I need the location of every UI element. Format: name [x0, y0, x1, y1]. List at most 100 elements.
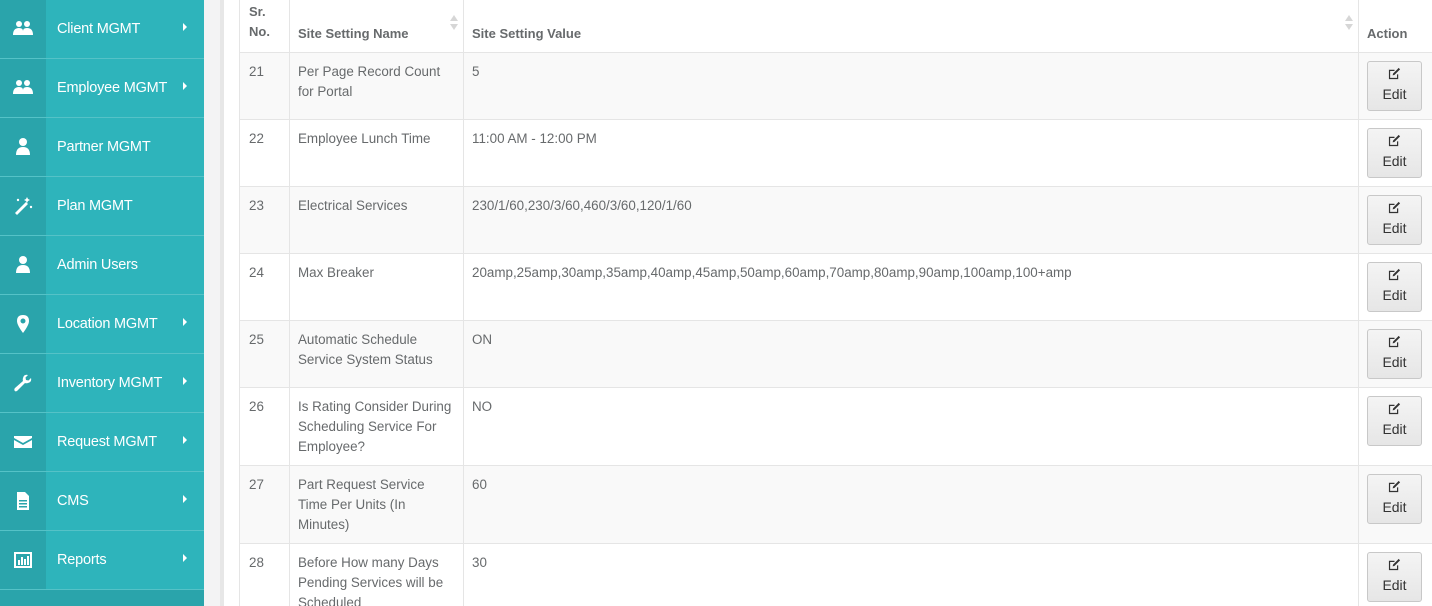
setting-name-cell: Before How many Days Pending Services wi…	[289, 543, 464, 606]
edit-button[interactable]: Edit	[1367, 127, 1422, 178]
sidebar-item-label: Employee MGMT	[57, 80, 168, 96]
sidebar-item-request-mgmt[interactable]: Request MGMT	[0, 413, 204, 472]
edit-button-label: Edit	[1382, 287, 1407, 303]
setting-value-cell: 5	[463, 52, 1359, 120]
edit-icon	[1388, 201, 1401, 214]
setting-name-cell: Per Page Record Count for Portal	[289, 52, 464, 120]
map-marker-icon	[0, 295, 46, 353]
setting-value-cell: ON	[463, 320, 1359, 388]
action-cell: Edit	[1358, 253, 1432, 321]
wrench-icon	[0, 354, 46, 412]
sidebar-item-employee-mgmt[interactable]: Employee MGMT	[0, 59, 204, 118]
table-row: 23 Electrical Services 230/1/60,230/3/60…	[239, 186, 1432, 254]
edit-icon	[1388, 480, 1401, 493]
setting-name-cell: Electrical Services	[289, 186, 464, 254]
sidebar-item-label: Admin Users	[57, 257, 138, 273]
edit-button-label: Edit	[1382, 421, 1407, 437]
edit-button[interactable]: Edit	[1367, 473, 1422, 524]
sr-no-cell: 24	[239, 253, 290, 321]
action-cell: Edit	[1358, 119, 1432, 187]
magic-wand-icon	[0, 177, 46, 235]
chevron-right-icon	[183, 436, 187, 444]
scroll-track[interactable]	[220, 0, 224, 606]
sidebar-item-client-mgmt[interactable]: Client MGMT	[0, 0, 204, 59]
setting-name-cell: Employee Lunch Time	[289, 119, 464, 187]
column-header-action: Action	[1358, 0, 1432, 53]
setting-value-cell: 11:00 AM - 12:00 PM	[463, 119, 1359, 187]
action-cell: Edit	[1358, 465, 1432, 544]
setting-name-cell: Automatic Schedule Service System Status	[289, 320, 464, 388]
sidebar-item-admin-users[interactable]: Admin Users	[0, 236, 204, 295]
setting-value-cell: NO	[463, 387, 1359, 466]
setting-value-cell: 230/1/60,230/3/60,460/3/60,120/1/60	[463, 186, 1359, 254]
sidebar-item-label: Reports	[57, 552, 107, 568]
edit-button-label: Edit	[1382, 499, 1407, 515]
edit-button-label: Edit	[1382, 354, 1407, 370]
users-icon	[0, 59, 46, 117]
edit-icon	[1388, 67, 1401, 80]
sort-icon[interactable]	[1345, 15, 1353, 31]
sidebar-item-inventory-mgmt[interactable]: Inventory MGMT	[0, 354, 204, 413]
sidebar-item-partner-mgmt[interactable]: Partner MGMT	[0, 118, 204, 177]
table-row: 22 Employee Lunch Time 11:00 AM - 12:00 …	[239, 119, 1432, 187]
edit-icon	[1388, 134, 1401, 147]
edit-button[interactable]: Edit	[1367, 60, 1422, 111]
table-row: 28 Before How many Days Pending Services…	[239, 543, 1432, 606]
edit-button-label: Edit	[1382, 220, 1407, 236]
envelope-icon	[0, 413, 46, 471]
bar-chart-icon	[0, 531, 46, 589]
sidebar-item-label: CMS	[57, 493, 89, 509]
sidebar-item-label: Inventory MGMT	[57, 375, 163, 391]
chevron-right-icon	[183, 377, 187, 385]
edit-button[interactable]: Edit	[1367, 395, 1422, 446]
sidebar-item-label: Client MGMT	[57, 21, 141, 37]
table-row: 24 Max Breaker 20amp,25amp,30amp,35amp,4…	[239, 253, 1432, 321]
column-header-sr-no[interactable]: Sr. No.	[239, 0, 290, 53]
sr-no-cell: 21	[239, 52, 290, 120]
edit-button-label: Edit	[1382, 86, 1407, 102]
edit-icon	[1388, 402, 1401, 415]
column-header-site-setting-name[interactable]: Site Setting Name	[289, 0, 464, 53]
table-row: 25 Automatic Schedule Service System Sta…	[239, 320, 1432, 388]
chevron-right-icon	[183, 318, 187, 326]
users-icon	[0, 0, 46, 58]
sr-no-cell: 25	[239, 320, 290, 388]
edit-icon	[1388, 558, 1401, 571]
action-cell: Edit	[1358, 387, 1432, 466]
sidebar-item-plan-mgmt[interactable]: Plan MGMT	[0, 177, 204, 236]
edit-button[interactable]: Edit	[1367, 194, 1422, 245]
sidebar-footer	[0, 590, 204, 606]
sidebar-item-reports[interactable]: Reports	[0, 531, 204, 590]
chevron-right-icon	[183, 82, 187, 90]
sidebar: Client MGMT Employee MGMT Partner MGMT P…	[0, 0, 204, 606]
chevron-right-icon	[183, 495, 187, 503]
sort-icon[interactable]	[450, 15, 458, 31]
sidebar-item-label: Request MGMT	[57, 434, 157, 450]
column-header-site-setting-value[interactable]: Site Setting Value	[463, 0, 1359, 53]
setting-name-cell: Part Request Service Time Per Units (In …	[289, 465, 464, 544]
user-icon	[0, 118, 46, 176]
edit-icon	[1388, 335, 1401, 348]
action-cell: Edit	[1358, 543, 1432, 606]
action-cell: Edit	[1358, 320, 1432, 388]
sr-no-cell: 26	[239, 387, 290, 466]
sr-no-cell: 23	[239, 186, 290, 254]
table-header-row: Sr. No. Site Setting Name Site Setting V…	[239, 0, 1432, 53]
edit-button[interactable]: Edit	[1367, 261, 1422, 312]
column-header-label: Site Setting Name	[298, 25, 409, 41]
sidebar-item-cms[interactable]: CMS	[0, 472, 204, 531]
sidebar-item-label: Partner MGMT	[57, 139, 151, 155]
action-cell: Edit	[1358, 52, 1432, 120]
sr-no-cell: 28	[239, 543, 290, 606]
setting-name-cell: Is Rating Consider During Scheduling Ser…	[289, 387, 464, 466]
edit-button[interactable]: Edit	[1367, 328, 1422, 379]
sidebar-item-label: Location MGMT	[57, 316, 158, 332]
setting-value-cell: 20amp,25amp,30amp,35amp,40amp,45amp,50am…	[463, 253, 1359, 321]
setting-value-cell: 30	[463, 543, 1359, 606]
site-settings-table: Sr. No. Site Setting Name Site Setting V…	[239, 0, 1432, 606]
sr-no-cell: 22	[239, 119, 290, 187]
edit-button[interactable]: Edit	[1367, 551, 1422, 602]
table-row: 27 Part Request Service Time Per Units (…	[239, 465, 1432, 544]
sidebar-item-location-mgmt[interactable]: Location MGMT	[0, 295, 204, 354]
site-settings-table-wrapper: Sr. No. Site Setting Name Site Setting V…	[239, 0, 1432, 606]
